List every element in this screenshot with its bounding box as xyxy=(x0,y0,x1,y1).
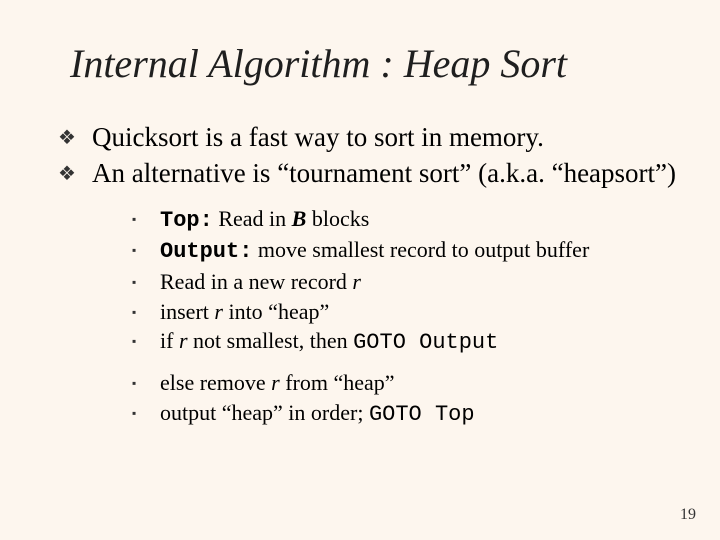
sub-bullet-text: else remove r from “heap” xyxy=(160,368,680,398)
code-label: Top: xyxy=(160,208,213,233)
sub-bullet-item: ▪ if r not smallest, then GOTO Output xyxy=(132,326,680,358)
bullet-text: An alternative is “tournament sort” (a.k… xyxy=(92,158,680,190)
square-bullet-icon: ▪ xyxy=(132,235,160,267)
sub-bullet-text: if r not smallest, then GOTO Output xyxy=(160,326,680,358)
text-fragment: not smallest, then xyxy=(188,328,354,353)
text-fragment: from “heap” xyxy=(280,370,395,395)
bullet-item: ❖ An alternative is “tournament sort” (a… xyxy=(58,158,680,190)
slide: Internal Algorithm : Heap Sort ❖ Quickso… xyxy=(0,0,720,540)
sub-bullet-item: ▪ insert r into “heap” xyxy=(132,297,680,327)
text-fragment: Read in a new record xyxy=(160,269,352,294)
var-b: B xyxy=(292,206,307,231)
code-goto: GOTO Top xyxy=(369,402,475,427)
text-fragment: move smallest record to output buffer xyxy=(252,237,589,262)
bullet-text: Quicksort is a fast way to sort in memor… xyxy=(92,122,680,154)
sub-bullet-text: Read in a new record r xyxy=(160,267,680,297)
text-fragment: else remove xyxy=(160,370,271,395)
bullet-item: ❖ Quicksort is a fast way to sort in mem… xyxy=(58,122,680,154)
slide-title: Internal Algorithm : Heap Sort xyxy=(70,40,680,87)
text-fragment: output “heap” in order; xyxy=(160,400,369,425)
square-bullet-icon: ▪ xyxy=(132,368,160,398)
text-fragment: blocks xyxy=(306,206,369,231)
square-bullet-icon: ▪ xyxy=(132,326,160,358)
square-bullet-icon: ▪ xyxy=(132,267,160,297)
var-r: r xyxy=(352,269,361,294)
sub-bullet-text: Top: Read in B blocks xyxy=(160,204,680,236)
slide-body: ❖ Quicksort is a fast way to sort in mem… xyxy=(58,122,680,430)
diamond-bullet-icon: ❖ xyxy=(58,122,92,154)
sub-bullet-item: ▪ Read in a new record r xyxy=(132,267,680,297)
sub-bullet-item: ▪ else remove r from “heap” xyxy=(132,368,680,398)
text-fragment: insert xyxy=(160,299,214,324)
sub-bullet-item: ▪ output “heap” in order; GOTO Top xyxy=(132,398,680,430)
var-r: r xyxy=(214,299,223,324)
sub-bullet-text: output “heap” in order; GOTO Top xyxy=(160,398,680,430)
var-r: r xyxy=(271,370,280,395)
sub-bullet-list: ▪ Top: Read in B blocks ▪ Output: move s… xyxy=(132,204,680,430)
text-fragment: Read in xyxy=(213,206,292,231)
sub-bullet-text: insert r into “heap” xyxy=(160,297,680,327)
text-fragment: into “heap” xyxy=(223,299,329,324)
sub-bullet-item: ▪ Output: move smallest record to output… xyxy=(132,235,680,267)
page-number: 19 xyxy=(680,506,696,524)
square-bullet-icon: ▪ xyxy=(132,204,160,236)
sub-bullet-text: Output: move smallest record to output b… xyxy=(160,235,680,267)
spacer xyxy=(132,358,680,368)
diamond-bullet-icon: ❖ xyxy=(58,158,92,190)
square-bullet-icon: ▪ xyxy=(132,398,160,430)
var-r: r xyxy=(179,328,188,353)
code-label: Output: xyxy=(160,239,252,264)
text-fragment: if xyxy=(160,328,179,353)
sub-bullet-item: ▪ Top: Read in B blocks xyxy=(132,204,680,236)
code-goto: GOTO Output xyxy=(353,330,498,355)
square-bullet-icon: ▪ xyxy=(132,297,160,327)
